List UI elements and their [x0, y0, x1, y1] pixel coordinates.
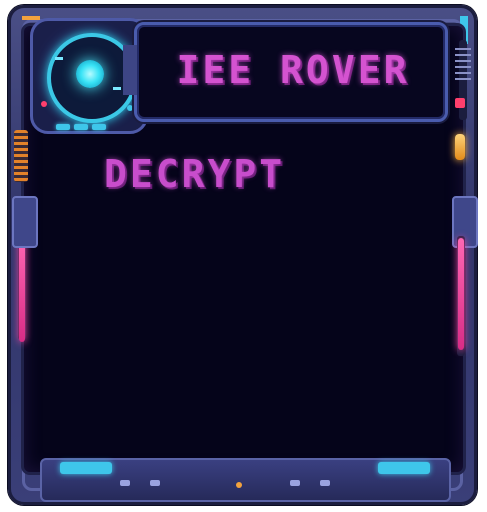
indicator-bar	[92, 124, 106, 130]
vent-icon	[455, 60, 471, 62]
vent-icon	[455, 66, 471, 68]
bolt	[150, 480, 160, 486]
bolt	[120, 480, 130, 486]
side-brace-right	[452, 196, 478, 248]
hud-title: IEE ROVER	[176, 48, 410, 92]
vent-icon	[455, 72, 471, 74]
bottom-accent-left	[60, 462, 112, 474]
bolt	[320, 480, 330, 486]
status-led-icon	[41, 101, 47, 107]
radar-core	[76, 60, 104, 88]
status-led-icon	[455, 98, 465, 108]
status-led-icon	[455, 134, 465, 160]
bolt	[290, 480, 300, 486]
status-led-icon	[236, 482, 242, 488]
neon-strip-left	[19, 236, 25, 342]
status-led-icon	[127, 105, 133, 111]
neon-strip-right	[458, 238, 464, 350]
vent-icon	[455, 54, 471, 56]
title-panel: IEE ROVER	[123, 22, 448, 122]
side-vent-right	[459, 40, 467, 120]
radar-tick	[55, 57, 63, 60]
radar-tick	[113, 87, 121, 90]
corner-accent-orange	[22, 16, 40, 20]
indicator-bar	[56, 124, 70, 130]
side-grille-left	[14, 130, 28, 182]
side-brace-left	[12, 196, 38, 248]
vent-icon	[455, 48, 471, 50]
bottom-accent-right	[378, 462, 430, 474]
vent-icon	[455, 78, 471, 80]
indicator-bar	[74, 124, 88, 130]
hud-subtitle: DECRYPT	[104, 152, 286, 196]
